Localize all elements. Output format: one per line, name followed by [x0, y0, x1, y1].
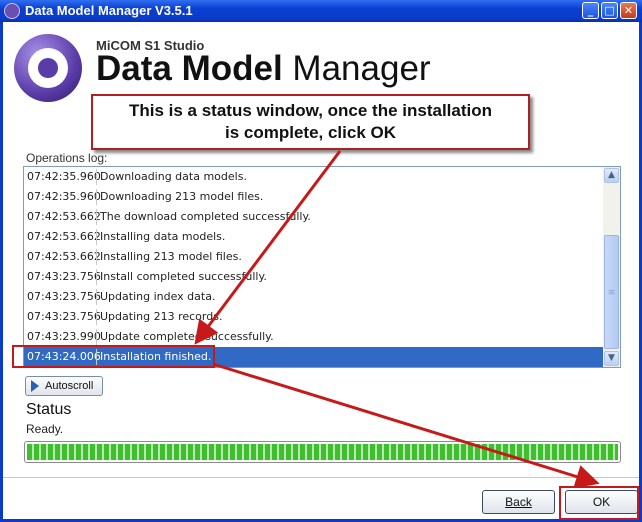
- log-row[interactable]: 07:43:23.756 Install completed successful…: [24, 267, 604, 287]
- annotation-highlight-ok: [559, 486, 639, 520]
- scroll-down-icon[interactable]: ▼: [604, 351, 619, 366]
- log-time: 07:42:53.662: [27, 250, 101, 263]
- log-scrollbar[interactable]: ▲ ≡ ▼: [603, 167, 620, 367]
- log-row[interactable]: 07:42:35.960 Downloading 213 model files.: [24, 187, 604, 207]
- log-message: Update completed successfully.: [100, 330, 274, 343]
- progress-bar: [24, 441, 621, 463]
- log-time: 07:43:23.990: [27, 330, 101, 343]
- footer-divider: [3, 477, 639, 478]
- log-time: 07:42:53.662: [27, 230, 101, 243]
- log-time: 07:43:23.756: [27, 270, 101, 283]
- log-row[interactable]: 07:42:53.662 The download completed succe…: [24, 207, 604, 227]
- log-row[interactable]: 07:43:23.756 Updating 213 records.: [24, 307, 604, 327]
- log-time: 07:43:23.756: [27, 290, 101, 303]
- progress-fill: [27, 444, 618, 460]
- log-message: Updating 213 records.: [100, 310, 223, 323]
- title-bar: Data Model Manager V3.5.1 _ □ ✕: [0, 0, 642, 22]
- log-message: Downloading 213 model files.: [100, 190, 264, 203]
- minimize-icon[interactable]: _: [582, 2, 599, 19]
- log-row[interactable]: 07:42:53.662 Installing 213 model files.: [24, 247, 604, 267]
- page-title: Data Model Manager: [96, 49, 431, 88]
- gear-logo-icon: [14, 34, 82, 102]
- log-row[interactable]: 07:43:23.990 Update completed successfull…: [24, 327, 604, 347]
- status-text: Ready.: [26, 422, 64, 436]
- play-arrow-icon: [31, 380, 39, 392]
- operations-log-list[interactable]: 07:42:35.960 Downloading data models. 07:4…: [23, 166, 621, 368]
- log-time: 07:42:53.662: [27, 210, 101, 223]
- annotation-highlight-row: [12, 345, 215, 368]
- scroll-thumb[interactable]: ≡: [604, 235, 619, 349]
- log-row[interactable]: 07:43:23.756 Updating index data.: [24, 287, 604, 307]
- app-icon: [4, 3, 20, 19]
- scroll-up-icon[interactable]: ▲: [604, 168, 619, 183]
- window-title: Data Model Manager V3.5.1: [25, 3, 193, 18]
- log-message: Updating index data.: [100, 290, 216, 303]
- log-message: The download completed successfully.: [100, 210, 311, 223]
- log-message: Installing data models.: [100, 230, 226, 243]
- close-icon[interactable]: ✕: [620, 2, 637, 19]
- back-button[interactable]: Back: [482, 490, 555, 514]
- log-row[interactable]: 07:42:35.960 Downloading data models.: [24, 167, 604, 187]
- log-time: 07:42:35.960: [27, 170, 101, 183]
- log-time: 07:42:35.960: [27, 190, 101, 203]
- maximize-icon[interactable]: □: [601, 2, 618, 19]
- annotation-callout: This is a status window, once the instal…: [91, 94, 530, 150]
- operations-log-label: Operations log:: [26, 151, 108, 165]
- log-message: Downloading data models.: [100, 170, 247, 183]
- log-row[interactable]: 07:42:53.662 Installing data models.: [24, 227, 604, 247]
- autoscroll-button[interactable]: Autoscroll: [25, 376, 103, 396]
- log-time: 07:43:23.756: [27, 310, 101, 323]
- log-message: Install completed successfully.: [100, 270, 267, 283]
- status-heading: Status: [26, 401, 72, 418]
- log-message: Installing 213 model files.: [100, 250, 242, 263]
